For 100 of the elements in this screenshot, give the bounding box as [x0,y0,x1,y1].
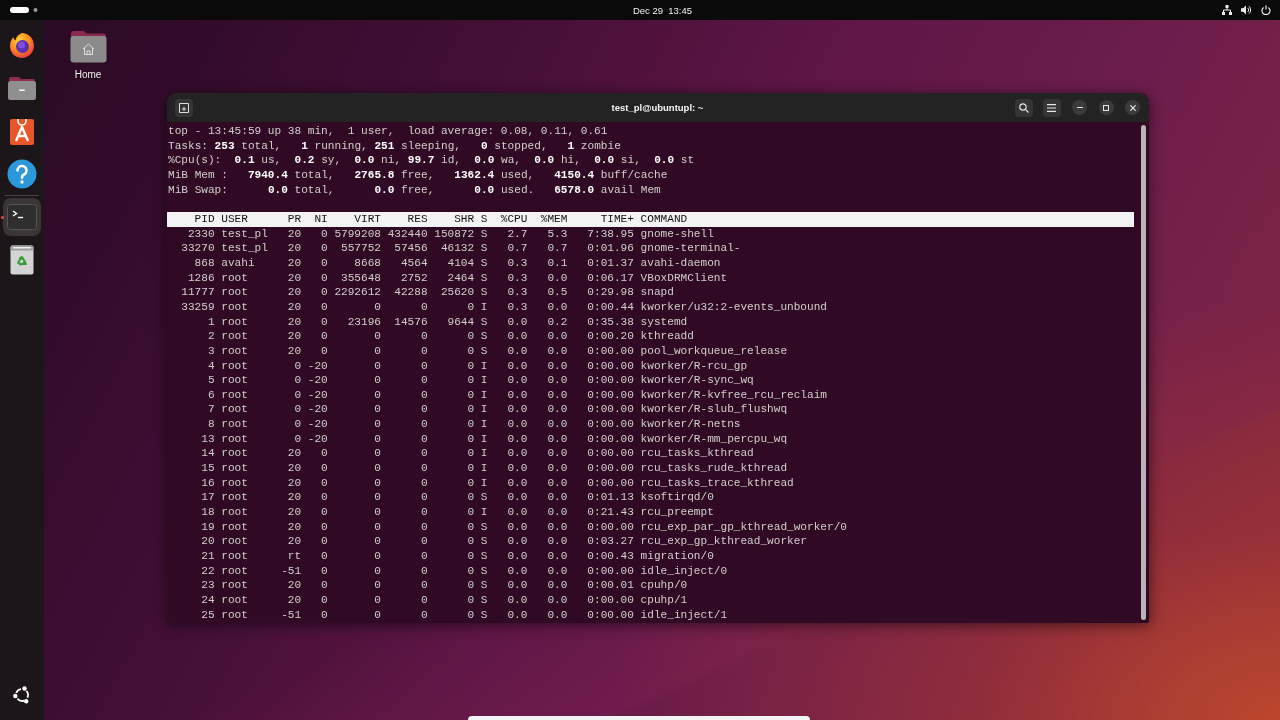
table-cell: 15 [201,461,215,476]
table-cell: 0:00.01 [587,578,634,593]
table-cell: 0 [294,358,302,374]
close-button[interactable] [1125,100,1140,115]
table-cell: root [221,387,248,403]
table-cell: 0.2 [547,314,568,330]
table-cell: 0:00.00 [587,387,634,403]
table-cell: 0.0 [507,578,528,593]
table-cell: 0 [294,417,302,432]
minimize-button[interactable] [1072,100,1087,115]
table-cell: root [221,285,248,300]
table-cell: -20 [307,402,328,418]
table-cell: S [480,607,488,623]
close-icon [1129,104,1136,111]
table-cell: root [221,534,248,550]
table-cell: 0 [420,593,428,608]
summary-line: MiB Mem : 7940.4 total, 2765.8 free, 1362.4 used, 4150.4 buff/cache [167,167,668,183]
power-icon[interactable] [1261,5,1271,15]
table-cell: 0:00.00 [587,593,634,608]
menu-icon [1047,103,1056,112]
table-cell: 0 [321,490,328,506]
table-cell: 4 [207,358,215,374]
table-cell: 0 [467,490,475,506]
table-cell: 0 [467,373,475,388]
table-cell: root [221,607,248,623]
new-tab-button[interactable] [175,98,193,117]
column-header: RES [407,211,428,227]
network-icon[interactable] [1222,5,1232,15]
table-cell: 0 [321,549,328,564]
table-cell: 0 [467,607,475,623]
table-cell: 20 [287,270,302,286]
table-cell: 0:00.44 [587,299,634,315]
table-cell: root [221,563,248,579]
column-header: PID [194,211,215,227]
table-cell: S [480,329,488,344]
table-cell: 20 [287,299,302,315]
table-cell: 5799208 [334,226,381,242]
desktop-icon-label[interactable]: Home [74,69,102,80]
table-cell: 0 [321,534,328,550]
table-cell: rcu_tasks_trace_kthread [640,475,794,491]
folder-icon [7,74,37,102]
column-header: S [480,211,488,227]
table-cell: 0.0 [507,343,528,359]
clock[interactable]: Dec 29 13:45 [632,4,693,16]
table-cell: test_pl [221,241,268,256]
table-cell: 557752 [341,241,381,256]
table-cell: 0.0 [507,461,528,476]
table-cell: 3 [207,343,215,359]
table-cell: 0 [374,593,381,608]
table-cell: 0 [321,343,328,359]
search-button[interactable] [1014,98,1033,117]
table-cell: -51 [281,607,302,623]
table-cell: 2752 [400,270,428,286]
table-cell: 0 [420,490,428,506]
table-cell: -20 [307,417,328,432]
table-cell: S [480,314,488,330]
table-cell: gnome-shell [640,226,714,242]
table-cell: 0 [420,475,428,491]
table-cell: 0.0 [547,505,568,520]
home-folder-icon[interactable] [69,29,107,63]
table-cell: 0:00.00 [587,461,634,476]
menu-button[interactable] [1042,98,1061,117]
table-cell: 0 [321,461,328,476]
table-cell: 0 [467,299,475,315]
column-header: COMMAND [640,211,688,227]
table-cell: 0 [294,402,302,418]
table-cell: 0 [374,578,381,593]
table-cell: root [221,446,248,462]
shopping-bag-icon [9,116,35,146]
table-cell: root [221,314,248,330]
table-cell: snapd [640,285,674,300]
volume-icon[interactable] [1241,5,1252,15]
table-cell: 24 [201,593,215,608]
table-cell: S [480,226,488,242]
table-cell: 6 [207,387,215,403]
column-header: TIME+ [600,211,634,227]
table-cell: 868 [194,255,215,271]
table-cell: 0:00.00 [587,431,634,447]
running-indicator-icon [1,216,4,219]
table-cell: 0 [321,329,328,344]
table-cell: 0:00.00 [587,343,634,359]
summary-line: top - 13:45:59 up 38 min, 1 user, load average: 0.08, 0.11, 0.61 [167,124,608,139]
table-cell: 0 [374,490,381,506]
table-cell: 4104 [447,255,475,271]
table-cell: 0 [420,329,428,344]
table-cell: 0 [420,358,428,374]
maximize-button[interactable] [1098,100,1114,115]
table-cell: 0 [321,563,328,579]
scrollbar-thumb[interactable] [1141,125,1146,620]
table-cell: 0.0 [507,358,528,374]
workspace-indicator-icon[interactable] [10,7,38,13]
table-cell: 0 [374,431,381,447]
table-cell: 20 [287,285,302,300]
table-cell: 0 [321,255,328,271]
table-cell: 0 [420,505,428,520]
table-cell: 0 [321,505,328,520]
table-cell: -20 [307,373,328,388]
table-cell: 1 [207,314,215,330]
table-cell: I [480,461,488,476]
table-cell: 0.0 [547,299,568,315]
